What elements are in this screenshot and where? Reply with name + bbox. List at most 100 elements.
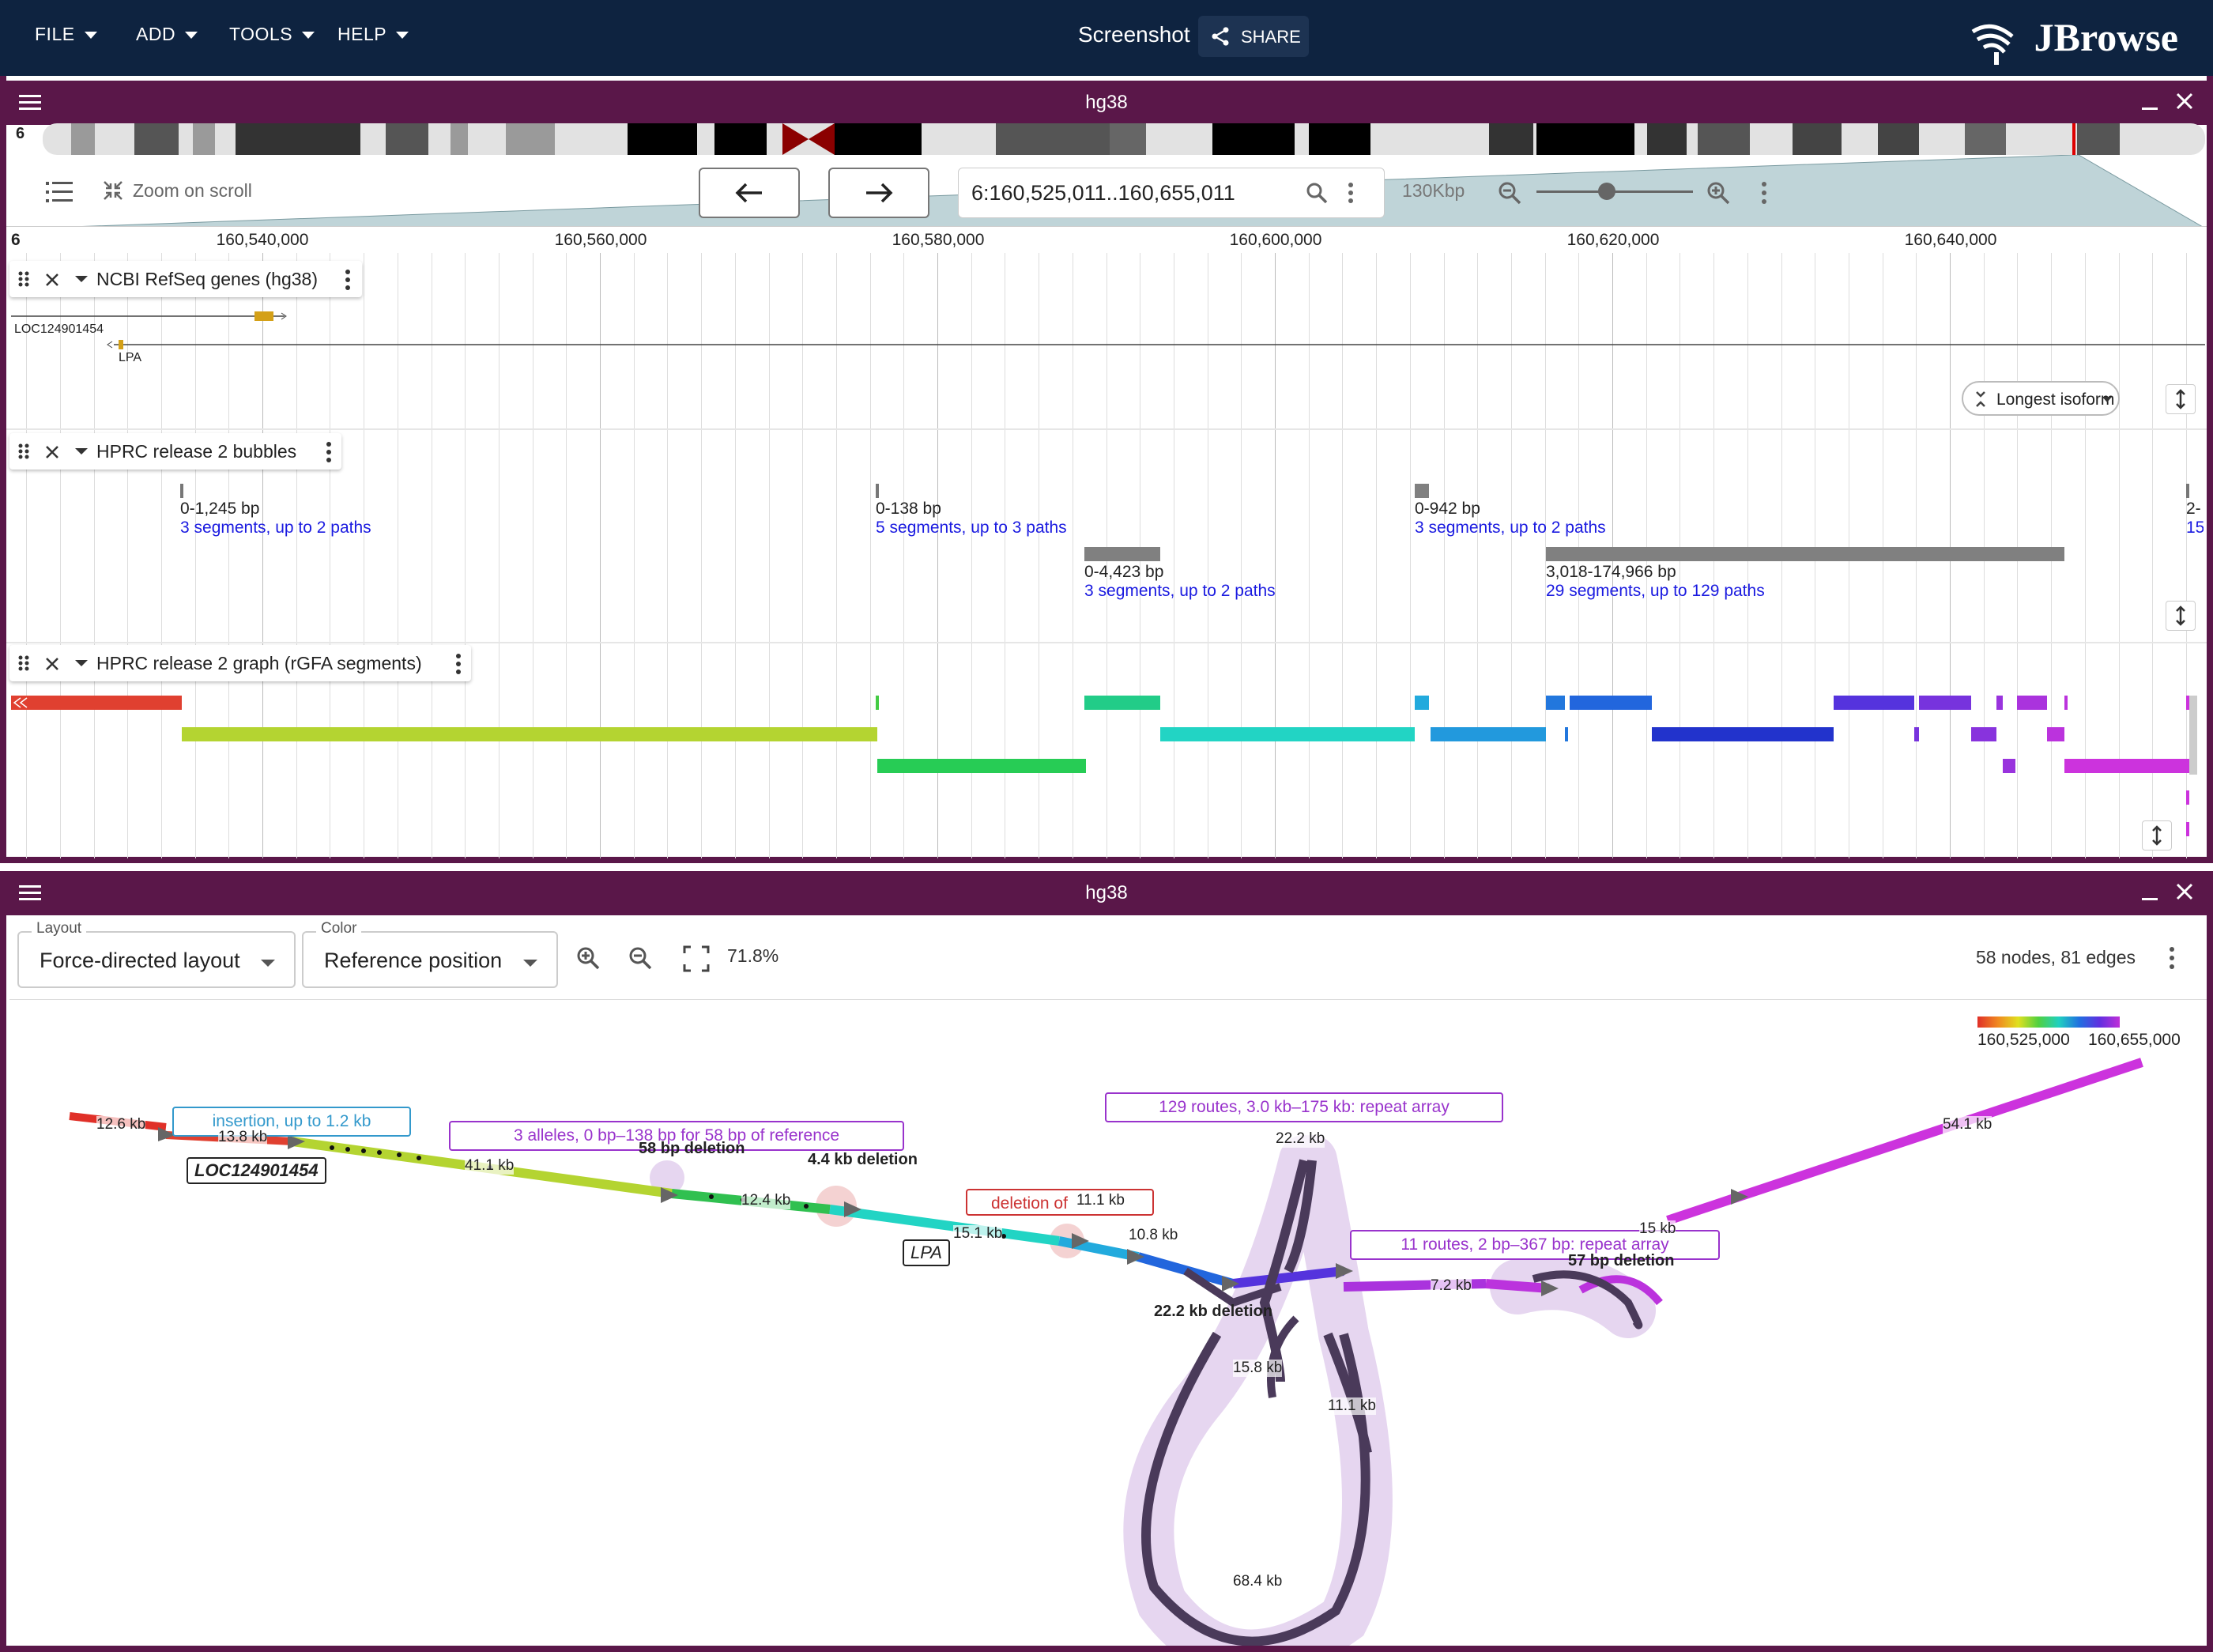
bubble-label[interactable]: 0-942 bp 3 segments, up to 2 paths — [1415, 500, 1606, 537]
locus-menu-icon[interactable] — [1348, 181, 1354, 205]
rgfa-segments[interactable] — [0, 688, 2213, 846]
segment-length-label: 68.4 kb — [1233, 1573, 1283, 1590]
gene-label-lpa[interactable]: LPA — [903, 1239, 950, 1266]
bubble-feature[interactable] — [180, 484, 183, 498]
color-select[interactable]: Color Reference position — [302, 920, 558, 988]
close-icon[interactable] — [2175, 92, 2194, 111]
brand-name: JBrowse — [2034, 15, 2178, 59]
annotation-deletion-of[interactable]: deletion of — [966, 1189, 1154, 1216]
drag-handle-icon[interactable] — [17, 654, 30, 672]
share-button[interactable]: SHARE — [1198, 16, 1309, 57]
segment-length-label: 12.4 kb — [741, 1192, 791, 1209]
bubble-feature[interactable] — [876, 484, 879, 498]
track-resize-handle[interactable] — [2166, 601, 2196, 631]
track-menu-icon[interactable] — [345, 269, 351, 291]
drag-handle-icon[interactable] — [17, 270, 30, 288]
search-icon[interactable] — [1305, 181, 1329, 205]
pan-left-button[interactable] — [699, 168, 800, 218]
gene-label-loc124901454[interactable]: LOC124901454 — [187, 1157, 326, 1184]
zoom-out-icon[interactable] — [628, 945, 653, 971]
track-label-refseq: NCBI RefSeq genes (hg38) — [9, 261, 362, 297]
segment-length-label: 13.8 kb — [218, 1129, 268, 1146]
minimize-icon[interactable] — [2142, 898, 2158, 900]
view-border-bottom — [0, 1646, 2213, 1652]
zoom-out-icon[interactable] — [1497, 180, 1522, 206]
zoom-in-icon[interactable] — [575, 945, 601, 971]
annotation-routes-129[interactable]: 129 routes, 3.0 kb–175 kb: repeat array — [1105, 1092, 1503, 1122]
bubble-label[interactable]: 2- 15 — [2186, 500, 2204, 537]
segment-length-label: 22.2 kb — [1276, 1130, 1325, 1148]
graph-segment[interactable] — [1485, 1279, 1550, 1293]
segment-length-label: 10.8 kb — [1129, 1227, 1178, 1244]
close-track-icon[interactable] — [44, 272, 60, 288]
segment-length-label: 41.1 kb — [465, 1157, 515, 1175]
track-name: NCBI RefSeq genes (hg38) — [96, 269, 318, 289]
bubble-feature[interactable] — [1546, 547, 2064, 561]
chromosome-ideogram[interactable] — [43, 123, 2205, 155]
locus-input-value[interactable]: 6:160,525,011..160,655,011 — [971, 181, 1235, 206]
menu-file[interactable]: FILE — [35, 24, 97, 45]
layout-select-label: Layout — [32, 920, 87, 937]
minimize-icon[interactable] — [2142, 107, 2158, 110]
bubble-feature[interactable] — [1084, 547, 1160, 561]
menu-add[interactable]: ADD — [136, 24, 198, 45]
track-selector-icon[interactable] — [46, 180, 73, 204]
menu-tools[interactable]: TOOLS — [229, 24, 315, 45]
ruler — [6, 226, 2207, 255]
gene-label-loc124901454[interactable]: LOC124901454 — [14, 322, 104, 337]
bubble-label[interactable]: 0-138 bp 5 segments, up to 3 paths — [876, 500, 1067, 537]
arrow-left-icon — [735, 183, 762, 203]
segment-length-label: 15.1 kb — [953, 1225, 1003, 1243]
graph-segment[interactable] — [1737, 1058, 2143, 1201]
track-resize-handle[interactable] — [2166, 384, 2196, 414]
linear-view-title: hg38 — [1085, 92, 1128, 113]
bubble-feature[interactable] — [1415, 484, 1429, 498]
close-track-icon[interactable] — [44, 656, 60, 672]
zoom-on-scroll-icon[interactable] — [101, 179, 125, 202]
refseq-gene-features[interactable] — [11, 305, 2205, 368]
graph-stats: 58 nodes, 81 edges — [1975, 947, 2136, 967]
color-select-label: Color — [316, 920, 362, 937]
gene-label-lpa[interactable]: LPA — [119, 351, 141, 365]
chevron-down-icon[interactable] — [74, 659, 89, 667]
resize-vertical-icon — [2176, 605, 2185, 626]
close-icon[interactable] — [2175, 882, 2194, 901]
bubble-label[interactable]: 0-4,423 bp 3 segments, up to 2 paths — [1084, 563, 1276, 601]
graph-segment[interactable] — [1137, 1252, 1235, 1288]
bubble-label[interactable]: 3,018-174,966 bp 29 segments, up to 129 p… — [1546, 563, 1765, 601]
pan-right-button[interactable] — [828, 168, 929, 218]
drag-handle-icon[interactable] — [17, 443, 30, 460]
arrow-right-icon — [866, 183, 893, 203]
zoom-in-icon[interactable] — [1706, 180, 1731, 206]
view-options-menu-icon[interactable] — [1761, 180, 1767, 206]
close-track-icon[interactable] — [44, 444, 60, 460]
track-resize-handle[interactable] — [2142, 820, 2172, 851]
bubble-label[interactable]: 0-1,245 bp 3 segments, up to 2 paths — [180, 500, 371, 537]
share-icon — [1212, 27, 1229, 46]
track-label-graph: HPRC release 2 graph (rGFA segments) — [9, 645, 471, 681]
fit-to-view-icon[interactable] — [683, 945, 710, 972]
locus-search-field[interactable]: 6:160,525,011..160,655,011 — [958, 168, 1385, 218]
chevron-down-icon[interactable] — [74, 447, 89, 455]
track-separator — [6, 428, 2207, 430]
caret-down-icon — [2102, 397, 2112, 402]
isoform-select[interactable]: Longest isoform — [1962, 381, 2120, 416]
annotation-insertion[interactable]: insertion, up to 1.2 kb — [172, 1107, 411, 1137]
ideogram-chrom-label: 6 — [16, 125, 25, 142]
segment-length-label: 11.1 kb — [1328, 1397, 1376, 1415]
graph-menu-icon[interactable] — [2169, 945, 2175, 971]
track-menu-icon[interactable] — [326, 441, 332, 463]
ruler-tick-label: 160,640,000 — [1904, 231, 1997, 249]
resize-vertical-icon — [2176, 389, 2185, 409]
graph-segment[interactable] — [1666, 1192, 1740, 1225]
chevron-down-icon[interactable] — [74, 275, 89, 283]
menu-help[interactable]: HELP — [337, 24, 409, 45]
zoom-slider-thumb[interactable] — [1598, 183, 1616, 200]
track-label-bubbles: HPRC release 2 bubbles — [9, 433, 341, 470]
layout-select[interactable]: Layout Force-directed layout — [17, 920, 296, 988]
segment-length-label: 7.2 kb — [1431, 1277, 1472, 1295]
segment-length-label: 11.1 kb — [1076, 1192, 1125, 1209]
bubble-feature[interactable] — [2186, 484, 2189, 498]
track-name: HPRC release 2 bubbles — [96, 441, 297, 462]
track-menu-icon[interactable] — [455, 653, 462, 675]
